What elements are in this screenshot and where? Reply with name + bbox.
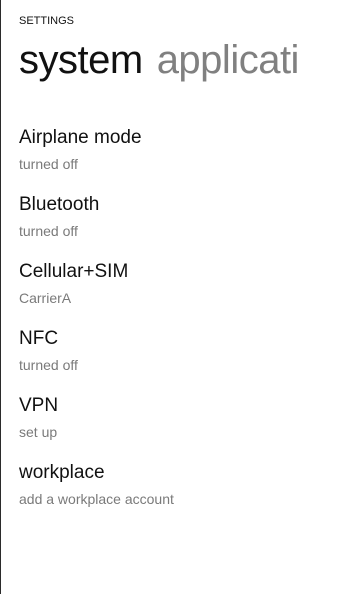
setting-vpn[interactable]: VPN set up	[19, 395, 349, 462]
setting-airplane-mode[interactable]: Airplane mode turned off	[19, 127, 349, 194]
setting-title: Cellular+SIM	[19, 261, 129, 282]
setting-title: VPN	[19, 395, 59, 416]
setting-status: set up	[19, 424, 58, 440]
setting-nfc[interactable]: NFC turned off	[19, 328, 349, 395]
setting-status: turned off	[19, 156, 78, 172]
setting-status: turned off	[19, 357, 78, 373]
setting-title: NFC	[19, 328, 59, 349]
setting-workplace[interactable]: workplace add a workplace account	[19, 462, 349, 512]
header: SETTINGS system applicati	[19, 14, 360, 82]
pivot-item-applications[interactable]: applicati	[157, 36, 300, 84]
pivot-item-system[interactable]: system	[19, 36, 143, 84]
setting-status: CarrierA	[19, 290, 72, 306]
settings-list: Airplane mode turned off Bluetooth turne…	[19, 127, 349, 512]
setting-bluetooth[interactable]: Bluetooth turned off	[19, 194, 349, 261]
setting-status: add a workplace account	[19, 491, 174, 507]
setting-title: Bluetooth	[19, 194, 100, 215]
setting-title: Airplane mode	[19, 127, 142, 148]
setting-status: turned off	[19, 223, 78, 239]
setting-title: workplace	[19, 462, 105, 483]
window-edge	[0, 0, 1, 594]
app-title: SETTINGS	[19, 15, 75, 27]
settings-screen: SETTINGS system applicati Airplane mode t…	[0, 0, 360, 594]
pivot-header: system applicati	[19, 36, 313, 84]
setting-cellular-sim[interactable]: Cellular+SIM CarrierA	[19, 261, 349, 328]
